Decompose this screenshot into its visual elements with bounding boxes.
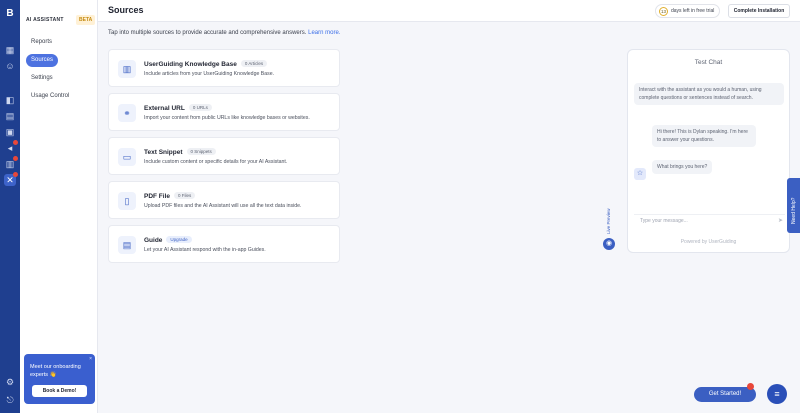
upgrade-badge[interactable]: Upgrade [166,236,192,243]
book-icon: ▥ [118,60,136,78]
page-title: Sources [108,5,144,15]
onboarding-card: × Meet our onboarding experts 👋 Book a D… [24,354,95,404]
count-badge: 0 URLs [188,104,212,111]
nav-item-settings[interactable]: Settings [26,72,58,85]
close-icon[interactable]: × [89,356,92,362]
message-icon[interactable]: ▣ [4,126,16,138]
source-card-external-url[interactable]: ⚭ External URL 0 URLs Import your content… [108,93,340,131]
count-badge: 0 Files [174,192,196,199]
trial-badge: 13 days left in free trial [655,4,721,18]
userguiding-launcher-icon[interactable]: ≡ [767,384,787,404]
source-card-text-snippet[interactable]: ▭ Text Snippet 0 Snippets Include custom … [108,137,340,175]
secondary-nav: AI ASSISTANT BETA Reports Sources Settin… [20,0,98,413]
powered-by: Powered by UserGuiding [680,239,737,245]
intro-text: Tap into multiple sources to provide acc… [108,30,341,36]
get-started-button[interactable]: Get Started! [694,383,756,402]
link-icon: ⚭ [118,104,136,122]
user-icon[interactable]: ☺ [4,60,16,72]
assistant-avatar-icon: ☆ [634,168,646,180]
count-badge: 0 Snippets [186,148,216,155]
nav-item-usage-control[interactable]: Usage Control [26,90,74,103]
icon-rail: B ▦ ☺ ◧ ▤ ▣ ◂ ▥ ✕ ⚙ ⎋ [0,0,20,413]
need-help-tab[interactable]: Need Help? [787,178,800,233]
source-card-knowledge-base[interactable]: ▥ UserGuiding Knowledge Base 0 Articles I… [108,49,340,87]
onboarding-text: Meet our onboarding experts 👋 [30,364,81,378]
report-icon[interactable]: ▥ [4,156,18,170]
chat-input[interactable]: Type your message... [634,214,785,226]
complete-installation-button[interactable]: Complete Installation [728,4,790,18]
nav-item-sources[interactable]: Sources [26,54,59,67]
chat-message-greeting: Hi there! This is Dylan speaking. I'm he… [652,125,756,147]
logout-icon[interactable]: ⎋ [4,394,16,406]
source-description: Let your AI Assistant respond with the i… [144,247,266,253]
trial-text: days left in free trial [671,8,715,14]
learn-more-link[interactable]: Learn more. [308,30,340,36]
guide-icon: ▤ [118,236,136,254]
megaphone-icon[interactable]: ◂ [4,140,18,154]
live-preview-label[interactable]: Live Preview [606,208,611,234]
notification-badge [747,383,754,390]
source-description: Upload PDF files and the AI Assistant wi… [144,203,302,209]
book-icon[interactable]: ▤ [4,110,16,122]
chat-title: Test Chat [694,59,723,66]
app-logo[interactable]: B [4,8,16,20]
live-preview-toggle-icon[interactable]: ◉ [603,238,615,250]
page-header: Sources 13 days left in free trial Compl… [98,0,800,22]
text-icon: ▭ [118,148,136,166]
nav-heading: AI ASSISTANT [26,17,64,23]
settings-icon[interactable]: ⚙ [4,376,16,388]
source-description: Include articles from your UserGuiding K… [144,71,275,77]
layers-icon[interactable]: ◧ [4,94,16,106]
beta-badge: BETA [76,15,96,25]
ai-icon[interactable]: ✕ [4,172,18,186]
source-card-pdf-file[interactable]: ▯ PDF File 0 Files Upload PDF files and t… [108,181,340,219]
test-chat-panel: Test Chat Interact with the assistant as… [627,49,790,253]
file-icon: ▯ [118,192,136,210]
trial-days: 13 [659,6,668,16]
source-description: Include custom content or specific detai… [144,159,288,165]
chat-message-question: What brings you here? [652,160,713,174]
count-badge: 0 Articles [240,60,268,67]
nav-item-reports[interactable]: Reports [26,36,57,49]
source-description: Import your content from public URLs lik… [144,115,310,121]
grid-icon[interactable]: ▦ [4,44,16,56]
book-demo-button[interactable]: Book a Demo! [32,385,87,397]
chat-tip: Interact with the assistant as you would… [634,83,784,105]
source-card-guide[interactable]: ▤ Guide Upgrade Let your AI Assistant res… [108,225,340,263]
send-icon[interactable]: ➤ [778,217,783,224]
